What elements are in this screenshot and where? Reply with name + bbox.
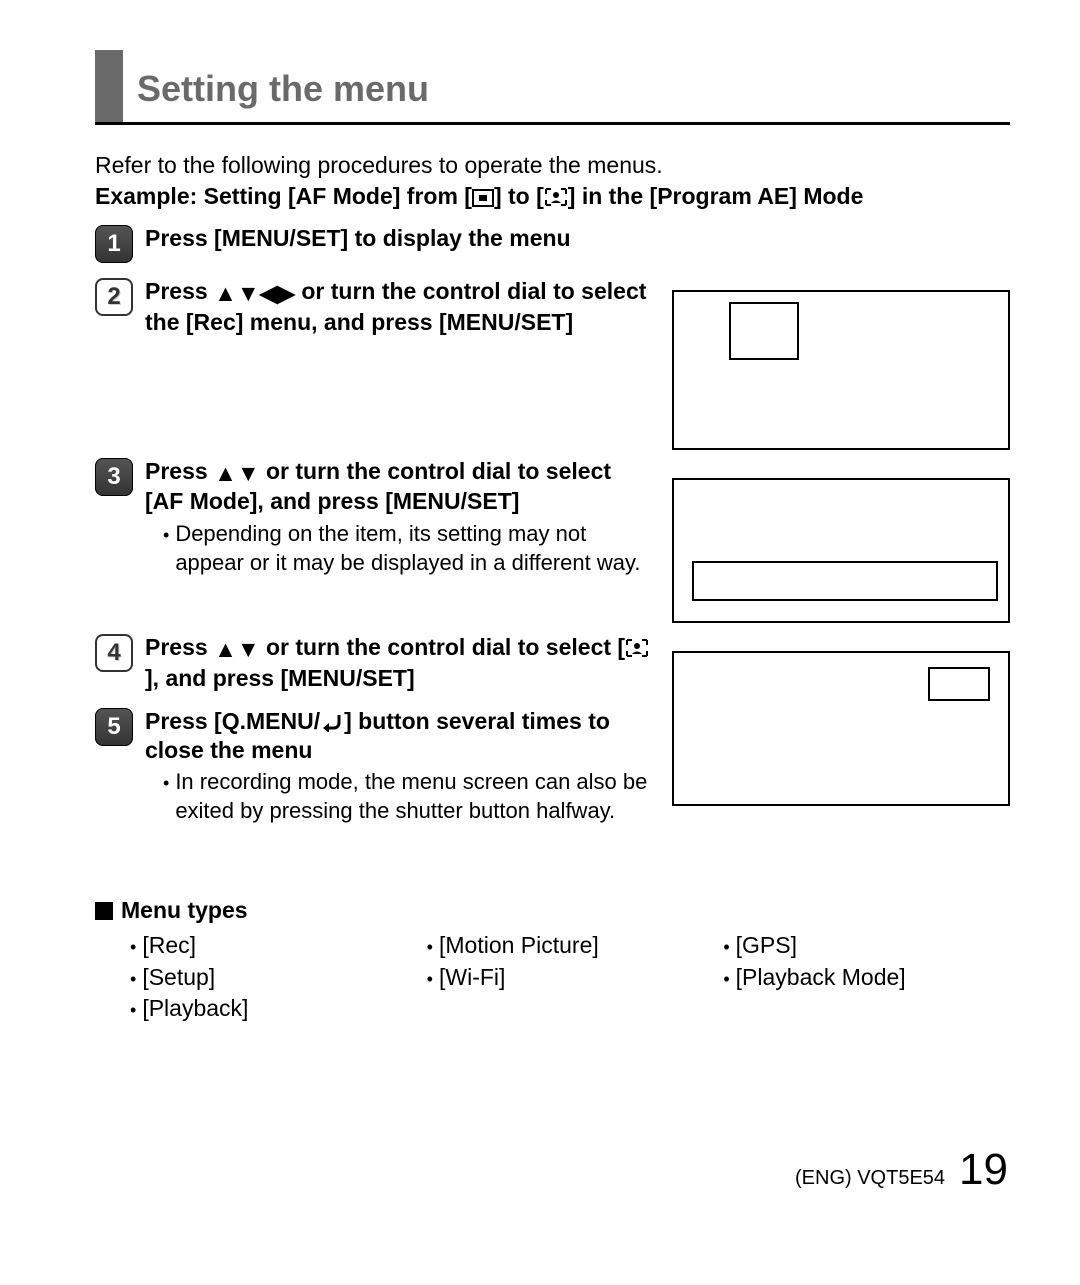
- diagram-step-4: [672, 651, 1010, 806]
- page-footer: (ENG) VQT5E54 19: [795, 1145, 1008, 1195]
- bullet-icon: [130, 930, 136, 961]
- face-detect-icon: [625, 638, 649, 658]
- up-down-arrows-icon: ▲▼: [214, 459, 260, 488]
- step-badge-2: 2: [95, 278, 133, 316]
- step-5-note: In recording mode, the menu screen can a…: [145, 768, 650, 825]
- single-af-icon: [472, 189, 494, 207]
- title-accent-mark: [95, 50, 123, 122]
- step-5-note-text: In recording mode, the menu screen can a…: [175, 768, 650, 825]
- menu-types-heading-text: Menu types: [121, 897, 248, 924]
- diagram-selection-box: [729, 302, 799, 360]
- menu-item: [Rec]: [142, 930, 196, 961]
- bullet-icon: [163, 768, 169, 825]
- step-badge-5: 5: [95, 708, 133, 746]
- menu-item: [Motion Picture]: [439, 930, 599, 961]
- step-3-title: Press ▲▼ or turn the control dial to sel…: [145, 458, 611, 515]
- menu-types-section: Menu types [Rec] [Setup] [Playback] [Mot…: [95, 897, 1010, 1023]
- step-5-title: Press [Q.MENU/] button several times to …: [145, 708, 610, 763]
- bullet-icon: [163, 520, 169, 577]
- step-2-title: Press ▲▼◀▶ or turn the control dial to s…: [145, 278, 646, 335]
- example-prefix: Example: Setting [AF Mode] from [: [95, 183, 472, 209]
- menu-types-col-3: [GPS] [Playback Mode]: [723, 930, 1010, 1023]
- menu-types-col-2: [Motion Picture] [Wi-Fi]: [427, 930, 714, 1023]
- intro-line: Refer to the following procedures to ope…: [95, 152, 663, 178]
- step-5-title-p1: Press [Q.MENU/: [145, 708, 320, 734]
- step-2-title-p1: Press: [145, 278, 214, 304]
- menu-types-heading: Menu types: [95, 897, 1010, 924]
- bullet-icon: [427, 930, 433, 961]
- menu-item: [Wi-Fi]: [439, 962, 505, 993]
- face-detect-icon: [544, 187, 568, 207]
- example-mid: ] to [: [494, 183, 544, 209]
- bullet-icon: [427, 962, 433, 993]
- menu-item: [Playback Mode]: [736, 962, 906, 993]
- intro-text: Refer to the following procedures to ope…: [95, 150, 1010, 212]
- page-title: Setting the menu: [123, 50, 429, 122]
- example-suffix: ] in the [Program AE] Mode: [568, 183, 864, 209]
- bullet-icon: [130, 993, 136, 1024]
- step-4-title-p2: or turn the control dial to select [: [260, 634, 625, 660]
- step-5: 5 Press [Q.MENU/] button several times t…: [95, 707, 650, 826]
- step-2: 2 Press ▲▼◀▶ or turn the control dial to…: [95, 277, 650, 337]
- title-bar: Setting the menu: [95, 50, 1010, 125]
- diagram-step-3: [672, 478, 1010, 623]
- step-badge-1: 1: [95, 225, 133, 263]
- document-code: (ENG) VQT5E54: [795, 1167, 945, 1190]
- step-4-title: Press ▲▼ or turn the control dial to sel…: [145, 634, 649, 691]
- square-bullet-icon: [95, 902, 113, 920]
- bullet-icon: [723, 962, 729, 993]
- step-3-note-text: Depending on the item, its setting may n…: [175, 520, 650, 577]
- example-line: Example: Setting [AF Mode] from [ ] to []…: [95, 183, 863, 209]
- step-badge-4: 4: [95, 634, 133, 672]
- menu-item: [Playback]: [142, 993, 248, 1024]
- step-3-title-p1: Press: [145, 458, 214, 484]
- step-badge-3: 3: [95, 458, 133, 496]
- diagram-option-box: [928, 667, 990, 701]
- step-1: 1 Press [MENU/SET] to display the menu: [95, 224, 650, 263]
- step-4: 4 Press ▲▼ or turn the control dial to s…: [95, 633, 650, 693]
- diagram-step-2: [672, 290, 1010, 450]
- step-3-note: Depending on the item, its setting may n…: [145, 520, 650, 577]
- menu-item: [GPS]: [736, 930, 797, 961]
- bullet-icon: [130, 962, 136, 993]
- diagram-row-highlight: [692, 561, 998, 601]
- step-3: 3 Press ▲▼ or turn the control dial to s…: [95, 457, 650, 620]
- menu-item: [Setup]: [142, 962, 215, 993]
- up-down-left-right-arrows-icon: ▲▼◀▶: [214, 279, 295, 308]
- step-4-title-p1: Press: [145, 634, 214, 660]
- step-1-title: Press [MENU/SET] to display the menu: [145, 225, 571, 251]
- step-4-title-p3: ], and press [MENU/SET]: [145, 665, 415, 691]
- bullet-icon: [723, 930, 729, 961]
- menu-types-col-1: [Rec] [Setup] [Playback]: [130, 930, 417, 1023]
- up-down-arrows-icon: ▲▼: [214, 635, 260, 664]
- page-number: 19: [959, 1145, 1008, 1195]
- return-icon: [320, 712, 344, 732]
